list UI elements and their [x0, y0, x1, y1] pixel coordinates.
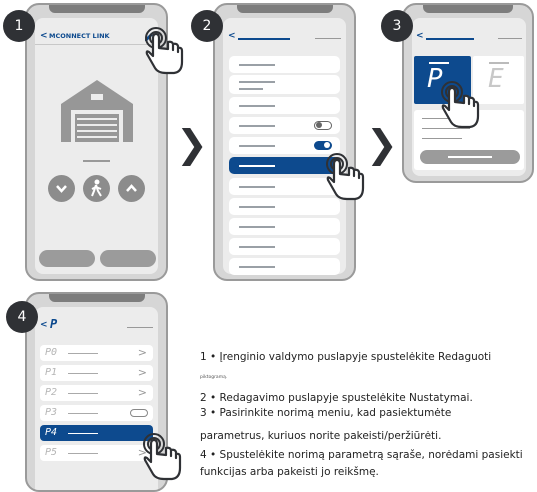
chevron-right-icon: > [137, 366, 147, 379]
tile-label: E [488, 64, 504, 94]
chevron-down-icon [56, 185, 67, 193]
tap-hand-icon [145, 27, 184, 75]
pedestrian-button[interactable] [83, 175, 110, 202]
open-door-button[interactable] [118, 175, 145, 202]
phone-notch [423, 5, 513, 13]
phone-notch [236, 5, 333, 13]
phone-notch [48, 5, 145, 13]
bottom-button-left[interactable] [39, 250, 95, 267]
parameter-row[interactable]: P0 > [40, 345, 153, 361]
back-chevron-icon[interactable]: < [228, 31, 236, 41]
parameter-row[interactable]: P5 > [40, 445, 153, 461]
bottom-button-right[interactable] [100, 250, 156, 267]
parameter-row[interactable]: P2 > [40, 385, 153, 401]
device-title: MCONNECT LINK [49, 32, 110, 40]
settings-row[interactable] [229, 238, 340, 255]
param-code: P5 [45, 447, 58, 458]
header-divider [35, 44, 158, 45]
device-control-screen: < MCONNECT LINK [35, 18, 158, 274]
phone-step-2: < [213, 3, 356, 281]
step-1-badge: 1 [3, 10, 35, 42]
param-code: P3 [45, 407, 58, 418]
garage-door-icon [61, 80, 133, 146]
step-2-badge: 2 [191, 10, 223, 42]
button-line [448, 156, 492, 158]
settings-row[interactable] [229, 97, 340, 114]
parameter-row-toggle[interactable]: P3 [40, 405, 153, 421]
phone-notch [48, 294, 145, 302]
chevron-up-icon [126, 184, 137, 192]
page-title-line [238, 38, 290, 40]
tap-hand-icon [326, 153, 365, 201]
parameter-row-selected[interactable]: P4 [40, 425, 153, 441]
header-line [315, 38, 341, 40]
instruction-line-5: 4 • Spustelėkite norimą parametrą sąraše… [200, 449, 523, 461]
settings-row[interactable] [229, 218, 340, 235]
param-code: P4 [45, 427, 58, 438]
instruction-line-3: 3 • Pasirinkite norimą meniu, kad pasiek… [200, 407, 452, 419]
settings-row[interactable] [229, 258, 340, 275]
instruction-line-6: funkcijas arba pakeisti jo reikšmę. [200, 466, 379, 478]
instruction-line-2: 2 • Redagavimo puslapyje spustelėkite Nu… [200, 392, 473, 404]
settings-row-toggle[interactable] [229, 117, 340, 134]
back-chevron-icon[interactable]: < [40, 31, 48, 41]
next-step-arrow-icon: ❯ [176, 122, 208, 166]
parameter-row[interactable]: P1 > [40, 365, 153, 381]
header-line [498, 38, 522, 40]
toggle-off[interactable] [130, 409, 148, 417]
header-line [127, 327, 153, 329]
card-button[interactable] [420, 150, 520, 164]
toggle-on[interactable] [314, 141, 332, 150]
param-code: P0 [45, 347, 58, 358]
chevron-right-icon: > [137, 386, 147, 399]
settings-row[interactable] [229, 56, 340, 73]
tap-hand-icon [441, 81, 480, 129]
card-line [422, 138, 462, 140]
settings-screen: < [223, 18, 346, 275]
status-divider [83, 160, 110, 162]
page-title-line [426, 38, 474, 40]
menu-code: P [50, 317, 58, 331]
step-3-badge: 3 [381, 10, 413, 42]
instruction-line-1: 1 • Įrenginio valdymo puslapyje spustelė… [200, 351, 492, 363]
back-chevron-icon[interactable]: < [416, 31, 424, 41]
param-code: P1 [45, 367, 58, 378]
step-4-badge: 4 [6, 301, 38, 333]
back-chevron-icon[interactable]: < [40, 320, 48, 330]
instruction-line-1-small: piktogramą. [200, 375, 228, 380]
param-code: P2 [45, 387, 58, 398]
settings-row[interactable] [229, 75, 340, 94]
toggle-off[interactable] [314, 121, 332, 130]
tap-hand-icon [143, 433, 182, 481]
pedestrian-icon [91, 179, 102, 197]
close-door-button[interactable] [48, 175, 75, 202]
instruction-line-4: parametrus, kuriuos norite pakeisti/perž… [200, 430, 442, 442]
chevron-right-icon: > [137, 346, 147, 359]
